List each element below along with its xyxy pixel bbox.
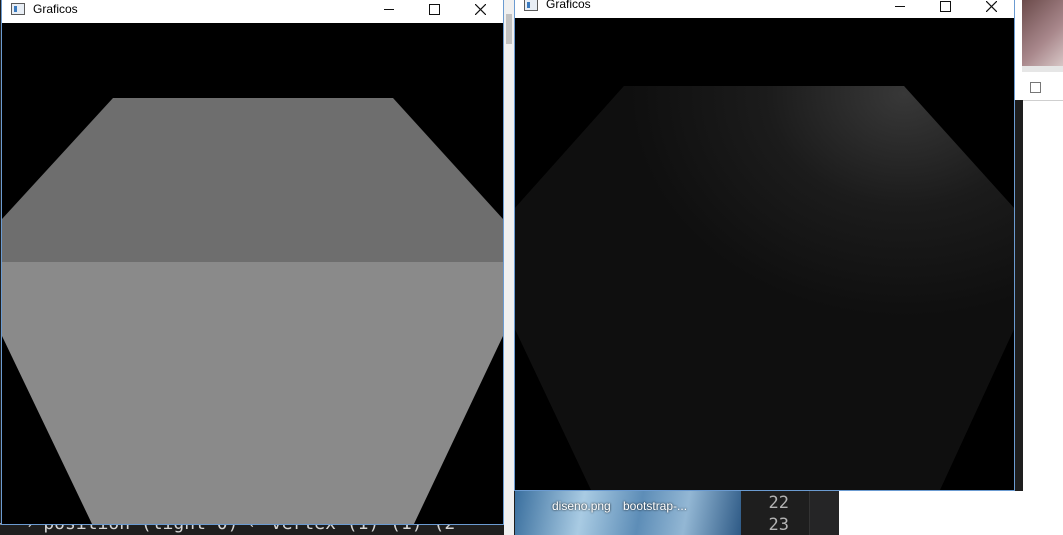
graficos-window-shaded[interactable]: Graficos [514,0,1015,491]
hexagon-render [2,23,503,524]
window-title: Graficos [33,2,78,16]
window-title: Graficos [546,0,591,11]
graficos-window-flat[interactable]: Graficos [1,0,504,525]
maximize-button[interactable] [922,0,968,17]
panel-divider [1022,100,1063,101]
taskbar-preview[interactable]: diseno.png bootstrap-... [515,491,741,535]
minimize-button[interactable] [366,0,412,20]
line-number: 22 [768,493,789,513]
scrollbar[interactable] [504,0,514,535]
hexagon-shading [515,86,1014,490]
render-canvas[interactable] [515,18,1014,490]
line-number-gutter: 22 23 [741,491,809,535]
hexagon-render [515,18,1014,490]
close-icon [474,3,486,15]
app-window-icon [11,3,25,15]
close-button[interactable] [457,0,503,20]
minimize-button[interactable] [877,0,923,17]
render-canvas[interactable] [2,23,503,524]
editor-edge-strip [1015,100,1023,491]
hexagon-bottom-face [2,262,503,524]
taskbar-item-diseno[interactable]: diseno.png [552,499,611,513]
checkbox[interactable] [1030,82,1041,93]
title-bar[interactable]: Graficos [515,0,1014,18]
title-bar[interactable]: Graficos [2,0,503,23]
thumbnail-divider [1022,66,1063,72]
close-button[interactable] [968,0,1014,17]
maximize-button[interactable] [411,0,457,20]
scrollbar-thumb[interactable] [506,14,512,44]
close-icon [985,0,997,12]
line-number: 23 [768,515,789,535]
app-window-icon [524,0,538,11]
desktop: — → position (light 0) ← vertex (1) (1) … [0,0,1063,535]
editor-gutter-margin [809,491,840,535]
taskbar-item-bootstrap[interactable]: bootstrap-... [623,499,687,513]
blank-area [839,491,1063,535]
image-thumbnail[interactable] [1022,0,1063,66]
